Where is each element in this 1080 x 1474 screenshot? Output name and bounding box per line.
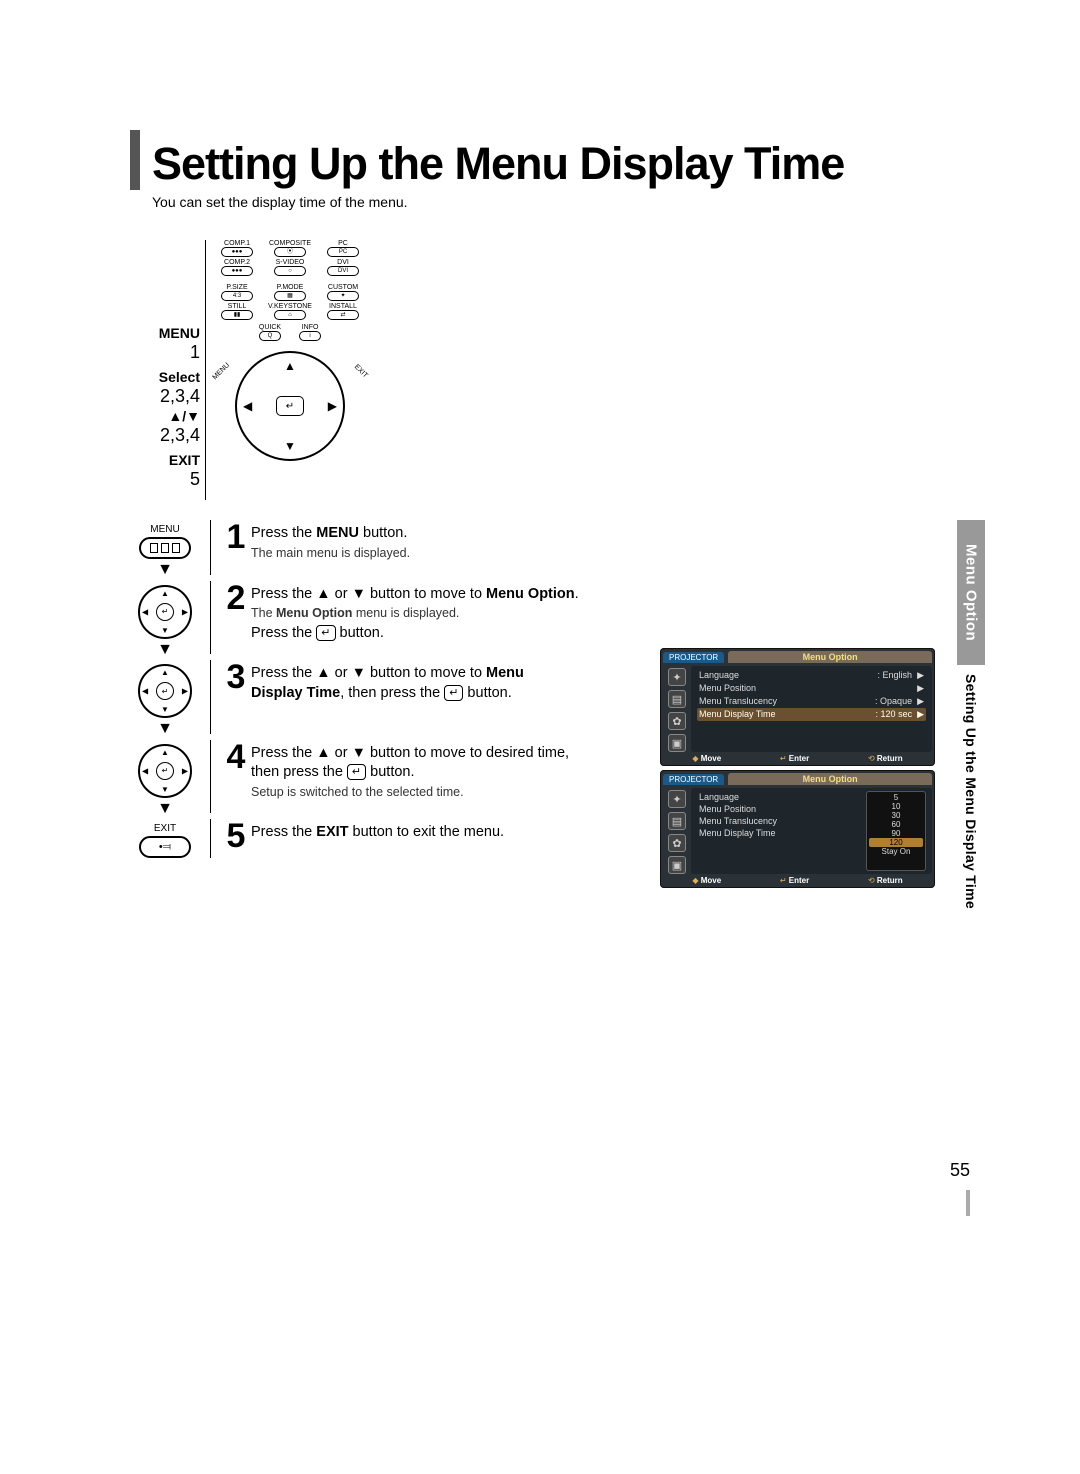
remote-label-menu-num: 1 <box>135 342 200 364</box>
dpad-icon: ▲▼◀▶ ↵ <box>138 585 192 639</box>
remote-btn-vkeystone: V.KEYSTONE <box>268 303 312 310</box>
remote-btn-custom: CUSTOM <box>328 284 358 291</box>
osd-setup-icon: ✿ <box>668 834 686 852</box>
dpad-icon: ▲▼◀▶ ↵ <box>138 664 192 718</box>
dpad-icon: ▲▼◀▶ ↵ <box>138 744 192 798</box>
osd-row: Menu Position <box>697 803 862 815</box>
remote-btn-pmode: P.MODE <box>277 284 304 291</box>
remote-label-menu: MENU <box>159 325 200 341</box>
exit-button-icon: EXIT •⫤ <box>137 823 193 858</box>
remote-label-select-num: 2,3,4 <box>135 386 200 408</box>
remote-btn-still: STILL <box>228 303 247 310</box>
remote-btn-quick: QUICK <box>259 324 281 331</box>
remote-btn-comp2: COMP.2 <box>224 259 250 266</box>
osd-option: 30 <box>869 811 923 820</box>
osd-option: 90 <box>869 829 923 838</box>
step-5: EXIT •⫤ 5 Press the EXIT button to exit … <box>130 819 650 858</box>
menu-button-icon: MENU <box>137 524 193 559</box>
osd-row: Menu Position ▶ <box>697 682 926 695</box>
remote-label-exit: EXIT <box>169 452 200 468</box>
enter-icon: ↵ <box>316 625 335 641</box>
chevron-down-icon: ▼ <box>157 804 173 814</box>
osd-option: 60 <box>869 820 923 829</box>
step-4: ▲▼◀▶ ↵ ▼ 4 Press the ▲ or ▼ button to mo… <box>130 740 650 814</box>
step-2: ▲▼◀▶ ↵ ▼ 2 Press the ▲ or ▼ button to mo… <box>130 581 650 655</box>
osd-title: Menu Option <box>728 651 932 663</box>
step-1: MENU ▼ 1 Press the MENU button. The main… <box>130 520 650 575</box>
step-3: ▲▼◀▶ ↵ ▼ 3 Press the ▲ or ▼ button to mo… <box>130 660 650 734</box>
step-number: 3 <box>221 660 251 734</box>
steps-list: MENU ▼ 1 Press the MENU button. The main… <box>130 520 650 864</box>
remote-btn-install: INSTALL <box>329 303 357 310</box>
remote-label-select: Select <box>159 369 200 385</box>
osd-option: 120 <box>869 838 923 847</box>
osd-row: Language <box>697 791 862 803</box>
remote-dpad: ▲ ▼ ◀ ▶ ↵ <box>235 351 345 461</box>
page-number-bar <box>966 1190 970 1216</box>
osd-picture-icon: ✦ <box>668 790 686 808</box>
step-number: 5 <box>221 819 251 858</box>
remote-btn-dvi: DVI <box>337 259 349 266</box>
osd-title: Menu Option <box>728 773 932 785</box>
enter-icon: ↵ <box>276 396 304 416</box>
enter-icon: ↵ <box>347 764 366 780</box>
remote-btn-pc: PC <box>338 240 348 247</box>
step-number: 4 <box>221 740 251 814</box>
osd-option-icon: ▤ <box>668 690 686 708</box>
osd-screenshot-2: PROJECTOR Menu Option ✦ ▤ ✿ ▣ LanguageMe… <box>660 770 935 888</box>
arrow-left-icon: ◀ <box>243 399 252 413</box>
side-tab: Menu Option Setting Up the Menu Display … <box>957 520 985 950</box>
osd-row: Menu Display Time <box>697 827 862 839</box>
arrow-up-icon: ▲ <box>284 359 296 373</box>
page-title: Setting Up the Menu Display Time <box>152 138 844 190</box>
osd-option: 10 <box>869 802 923 811</box>
remote-label-updown-num: 2,3,4 <box>135 425 200 447</box>
remote-diagram: MENU 1 Select 2,3,4 ▲/▼ 2,3,4 EXIT 5 COM… <box>145 240 385 500</box>
osd-row: Menu Translucency <box>697 815 862 827</box>
step-number: 1 <box>221 520 251 575</box>
remote-menu-label-icon: MENU <box>212 362 232 382</box>
chevron-down-icon: ▼ <box>157 724 173 734</box>
menu-icon-label: MENU <box>150 524 179 535</box>
remote-label-exit-num: 5 <box>135 469 200 491</box>
page-number: 55 <box>950 1160 970 1181</box>
chevron-down-icon: ▼ <box>157 565 173 575</box>
osd-option: 5 <box>869 793 923 802</box>
osd-screenshot-1: PROJECTOR Menu Option ✦ ▤ ✿ ▣ Language: … <box>660 648 935 766</box>
osd-option: Stay On <box>869 847 923 856</box>
side-tab-category: Menu Option <box>957 520 985 665</box>
osd-option-icon: ▤ <box>668 812 686 830</box>
title-accent-bar <box>130 130 140 190</box>
osd-row: Menu Translucency: Opaque ▶ <box>697 695 926 708</box>
osd-setup-icon: ✿ <box>668 712 686 730</box>
remote-label-updown: ▲/▼ <box>168 408 200 424</box>
osd-picture-icon: ✦ <box>668 668 686 686</box>
remote-btn-psize: P.SIZE <box>226 284 247 291</box>
exit-icon-label: EXIT <box>154 823 176 834</box>
osd-row: Menu Display Time: 120 sec ▶ <box>697 708 926 721</box>
step-number: 2 <box>221 581 251 655</box>
arrow-down-icon: ▼ <box>284 439 296 453</box>
osd-row: Language: English ▶ <box>697 669 926 682</box>
remote-btn-svideo: S-VIDEO <box>276 259 305 266</box>
remote-btn-comp1: COMP.1 <box>224 240 250 247</box>
remote-btn-composite: COMPOSITE <box>269 240 311 247</box>
enter-icon: ↵ <box>444 685 463 701</box>
arrow-right-icon: ▶ <box>328 399 337 413</box>
remote-exit-label-icon: EXIT <box>353 364 369 380</box>
remote-btn-info: INFO <box>302 324 319 331</box>
osd-info-icon: ▣ <box>668 734 686 752</box>
page-subtitle: You can set the display time of the menu… <box>152 194 950 210</box>
chevron-down-icon: ▼ <box>157 645 173 655</box>
osd-info-icon: ▣ <box>668 856 686 874</box>
side-tab-title: Setting Up the Menu Display Time <box>957 670 985 909</box>
